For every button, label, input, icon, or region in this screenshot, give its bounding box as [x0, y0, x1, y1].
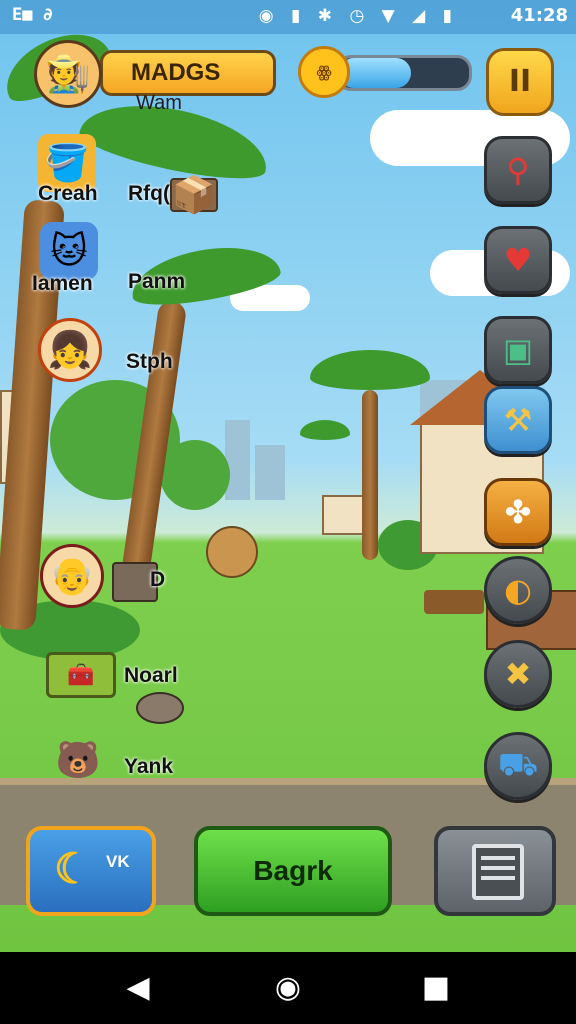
status-bar: E■ ∂ ◉ ▮ ✱ ◷ ▼ ◢ ▮ 41:28: [0, 0, 576, 34]
shovel-tool-button[interactable]: ⚲: [484, 136, 552, 204]
palm-frond: [300, 420, 350, 440]
hammer-icon: ⚒: [503, 401, 533, 439]
map-button[interactable]: ▣: [484, 316, 552, 384]
moon-icon: ☾: [54, 845, 92, 892]
bear-icon[interactable]: 🐻: [46, 730, 110, 790]
navigation-bar: ◀ ◉ ■: [0, 952, 576, 1024]
shop-button-label: VK: [106, 852, 130, 871]
list-item-label: Iamen: [32, 272, 93, 295]
home-icon[interactable]: ◉: [268, 970, 308, 1006]
palm-trunk: [362, 390, 378, 560]
bench: [424, 590, 484, 614]
player-name-plate[interactable]: MADGS: [100, 50, 276, 96]
city-silhouette: [255, 445, 285, 500]
archive-icon: [472, 844, 524, 900]
player-name: MADGS: [131, 59, 221, 86]
list-item-label: Creah: [38, 182, 98, 205]
farmer-face-icon: 🧑‍🌾: [45, 54, 91, 95]
energy-bar: [336, 55, 472, 91]
hammer-button[interactable]: ⚒: [484, 386, 552, 454]
cross-tools-button[interactable]: ✖: [484, 640, 552, 708]
list-item-label: Rfq(l: [128, 182, 176, 205]
heart-icon: ♥: [503, 241, 533, 279]
list-item-label: Noarl: [124, 664, 178, 687]
status-left-icons: E■ ∂: [12, 5, 53, 25]
shovel-icon: ⚲: [506, 151, 530, 189]
list-item-label: Yank: [124, 755, 174, 778]
map-icon: ▣: [502, 331, 534, 369]
pause-button[interactable]: II: [486, 48, 554, 116]
cookie-button[interactable]: ✤: [484, 478, 552, 546]
sun-icon: ꙮ: [298, 46, 350, 98]
game-scene: E■ ∂ ◉ ▮ ✱ ◷ ▼ ◢ ▮ 41:28 MADGS 🧑‍🌾 Wam ꙮ…: [0, 0, 576, 1024]
cookie-icon: ✤: [504, 493, 532, 531]
shop-button[interactable]: ☾ VK: [26, 826, 156, 916]
background-bush: [160, 440, 230, 510]
field-box-icon[interactable]: 🧰: [46, 652, 116, 698]
back-icon[interactable]: ◀: [118, 970, 158, 1006]
truck-icon: ⛟: [497, 745, 539, 783]
list-item-label: Panm: [128, 270, 186, 293]
city-silhouette: [225, 420, 250, 500]
main-action-button[interactable]: Bagrk: [194, 826, 392, 916]
cross-tools-icon: ✖: [504, 655, 532, 693]
list-item-label: D: [150, 568, 166, 591]
old-man-icon[interactable]: 👴: [40, 544, 104, 608]
status-time: 41:28: [510, 5, 568, 26]
coconut-character[interactable]: [206, 526, 258, 578]
moon-coin-icon: ◐: [504, 571, 532, 609]
crate-icon[interactable]: 📦: [170, 175, 218, 216]
player-subtitle: Wam: [136, 92, 182, 114]
palm-frond: [310, 350, 430, 390]
recents-icon[interactable]: ■: [416, 970, 456, 1006]
rock-pot-icon[interactable]: [136, 692, 184, 724]
girl-avatar-icon[interactable]: 👧: [38, 318, 102, 382]
list-item-label: Stph: [126, 350, 173, 373]
status-icons: ◉ ▮ ✱ ◷ ▼ ◢ ▮: [258, 6, 458, 26]
player-avatar[interactable]: 🧑‍🌾: [34, 40, 102, 108]
heart-button[interactable]: ♥: [484, 226, 552, 294]
inventory-button[interactable]: [434, 826, 556, 916]
moon-coin-button[interactable]: ◐: [484, 556, 552, 624]
truck-button[interactable]: ⛟: [484, 732, 552, 800]
